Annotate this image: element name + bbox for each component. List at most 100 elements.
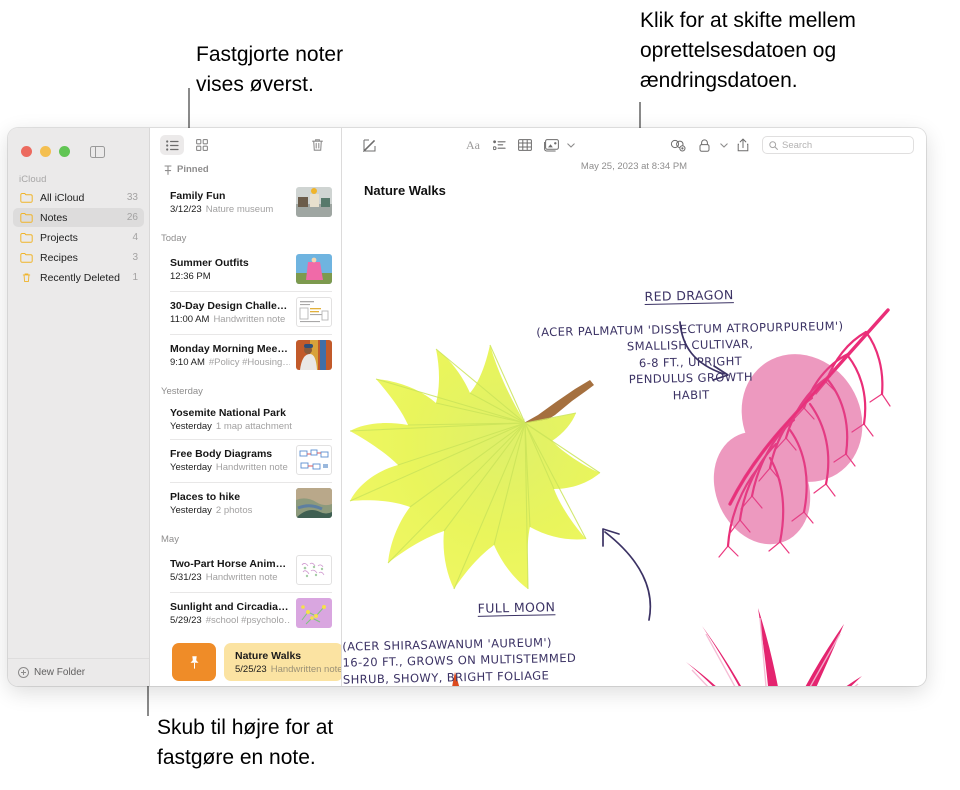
note-item-thumbnail [296,254,332,284]
list-item[interactable]: Summer Outfits 12:36 PM [150,248,341,291]
swipe-to-pin-row[interactable]: Nature Walks 5/25/23 Handwritten note [150,639,341,685]
sidebar-item-count: 26 [126,212,138,223]
minimize-button[interactable] [40,146,51,157]
format-button[interactable]: Aa [460,134,486,156]
note-item-meta: Handwritten note [205,571,278,583]
compose-note-button[interactable] [356,134,382,156]
handwriting-full-moon: FULL MOON (ACER SHIRASAWANUM 'AUREUM') 1… [342,579,693,686]
note-item-text: Free Body Diagrams Yesterday Handwritten … [170,448,290,473]
sidebar-folder-list: All iCloud 33 Notes 26 Projects 4 Recipe… [8,188,149,288]
folder-icon [20,193,33,203]
note-item-subtitle: Yesterday 1 map attachment [170,421,332,432]
gallery-view-button[interactable] [190,135,214,155]
note-item-date: Yesterday [170,461,212,473]
compose-icon [362,139,375,152]
note-item-meta: 1 map attachment [215,421,292,432]
note-item-thumbnail [296,445,332,475]
sidebar-item-count: 3 [132,252,138,263]
list-item[interactable]: Family Fun 3/12/23 Nature museum [150,181,341,224]
list-view-button[interactable] [160,135,184,155]
delete-note-button[interactable] [305,135,329,155]
list-item[interactable]: 30-Day Design Challen… 11:00 AM Handwritt… [150,291,341,334]
media-dropdown-button[interactable] [565,134,577,156]
handwriting-full-moon-body: (ACER SHIRASAWANUM 'AUREUM') 16-20 FT., … [342,634,577,686]
note-item-subtitle: 11:00 AM Handwritten note [170,314,290,325]
checklist-button[interactable] [486,134,512,156]
note-item-thumbnail [296,297,332,327]
note-item-meta: Handwritten note [215,461,288,473]
note-item-date: 5/25/23 [235,663,267,675]
list-item-nature-walks[interactable]: Nature Walks 5/25/23 Handwritten note [224,643,341,681]
sidebar-section-label: iCloud [19,174,47,185]
screenshot-root: Fastgjorte noter vises øverst. Klik for … [0,0,960,790]
search-input[interactable]: Search [762,136,914,154]
note-editor-pane: Aa Search May 25, 2023 at 8:34 PM Nature… [342,128,926,686]
sidebar-item-count: 4 [132,232,138,243]
magenta-maple-leaf-illustration [686,608,862,686]
chevron-down-icon [567,142,575,148]
list-item[interactable]: Yosemite National Park Yesterday 1 map at… [150,401,341,439]
trash-icon [22,273,31,282]
pin-note-action-button[interactable] [172,643,216,681]
new-folder-button[interactable]: New Folder [8,658,149,686]
sidebar-item-all-icloud[interactable]: All iCloud 33 [13,188,144,207]
gallery-view-icon [196,139,208,151]
note-item-text: Places to hike Yesterday 2 photos [170,491,290,516]
note-item-text: Family Fun 3/12/23 Nature museum [170,190,290,215]
sidebar-item-recipes[interactable]: Recipes 3 [13,248,144,267]
note-item-date: 11:00 AM [170,313,210,325]
note-item-subtitle: 3/12/23 Nature museum [170,204,290,215]
share-button[interactable] [730,134,756,156]
close-button[interactable] [21,146,32,157]
note-date-stamp[interactable]: May 25, 2023 at 8:34 PM [342,161,926,172]
note-list-pane: Pinned Family Fun 3/12/23Nature museum [150,128,342,686]
note-group-label-today: Today [161,233,187,244]
note-item-subtitle: 9:10 AM #Policy #Housing… [170,357,290,368]
pinned-section-header: Pinned [150,162,341,181]
lock-icon [699,138,709,152]
plus-circle-icon [18,667,29,678]
folder-icon [20,233,33,243]
handwriting-red-dragon-title: RED DRAGON [644,286,734,304]
pin-icon [164,164,172,175]
checklist-icon [492,139,506,150]
lock-button[interactable] [691,134,717,156]
collaborate-button[interactable] [665,134,691,156]
sidebar-item-label: Projects [40,231,78,244]
sidebar-item-recently-deleted[interactable]: Recently Deleted 1 [13,268,144,287]
collaborate-icon [670,139,686,151]
note-list-toolbar [150,128,341,162]
note-canvas[interactable]: RED DRAGON (ACER PALMATUM 'DISSECTUM ATR… [342,198,926,686]
table-button[interactable] [512,134,538,156]
sidebar-item-label: Notes [40,211,68,224]
note-item-text: 30-Day Design Challen… 11:00 AM Handwritt… [170,300,290,325]
sidebar-item-projects[interactable]: Projects 4 [13,228,144,247]
media-button[interactable] [538,134,564,156]
note-list-scroll[interactable]: Family Fun 3/12/23 Nature museum Today S… [150,181,341,686]
new-folder-label: New Folder [34,667,86,678]
media-icon [543,138,559,151]
sidebar-item-notes[interactable]: Notes 26 [13,208,144,227]
note-item-meta: Nature museum [205,203,274,215]
note-item-meta: Handwritten note [270,663,341,675]
handwriting-full-moon-title: FULL MOON [477,598,556,616]
note-item-date: 9:10 AM [170,356,205,368]
note-item-title: Free Body Diagrams [170,447,273,460]
list-item[interactable]: Monday Morning Meeting 9:10 AM #Policy #H… [150,334,341,377]
note-item-text: Two-Part Horse Anima… 5/31/23 Handwritten… [170,558,290,583]
zoom-button[interactable] [59,146,70,157]
notes-app-window: iCloud All iCloud 33 Notes 26 Projects 4… [8,128,926,686]
note-item-thumbnail [296,488,332,518]
list-item[interactable]: Places to hike Yesterday 2 photos [150,482,341,525]
note-item-title: Monday Morning Meeting [170,342,290,355]
list-item[interactable]: Free Body Diagrams Yesterday Handwritten … [150,439,341,482]
lock-dropdown-button[interactable] [718,134,730,156]
note-item-date: Yesterday [170,504,212,516]
note-item-text: Yosemite National Park Yesterday 1 map at… [170,407,332,432]
note-item-meta: Handwritten note [213,313,286,325]
list-item[interactable]: Two-Part Horse Anima… 5/31/23 Handwritten… [150,549,341,592]
note-group-label-may: May [161,534,179,545]
note-item-text: Summer Outfits 12:36 PM [170,257,290,282]
list-item[interactable]: Sunlight and Circadian… 5/29/23 #school #… [150,592,341,635]
sidebar-toggle-icon[interactable] [90,145,105,158]
